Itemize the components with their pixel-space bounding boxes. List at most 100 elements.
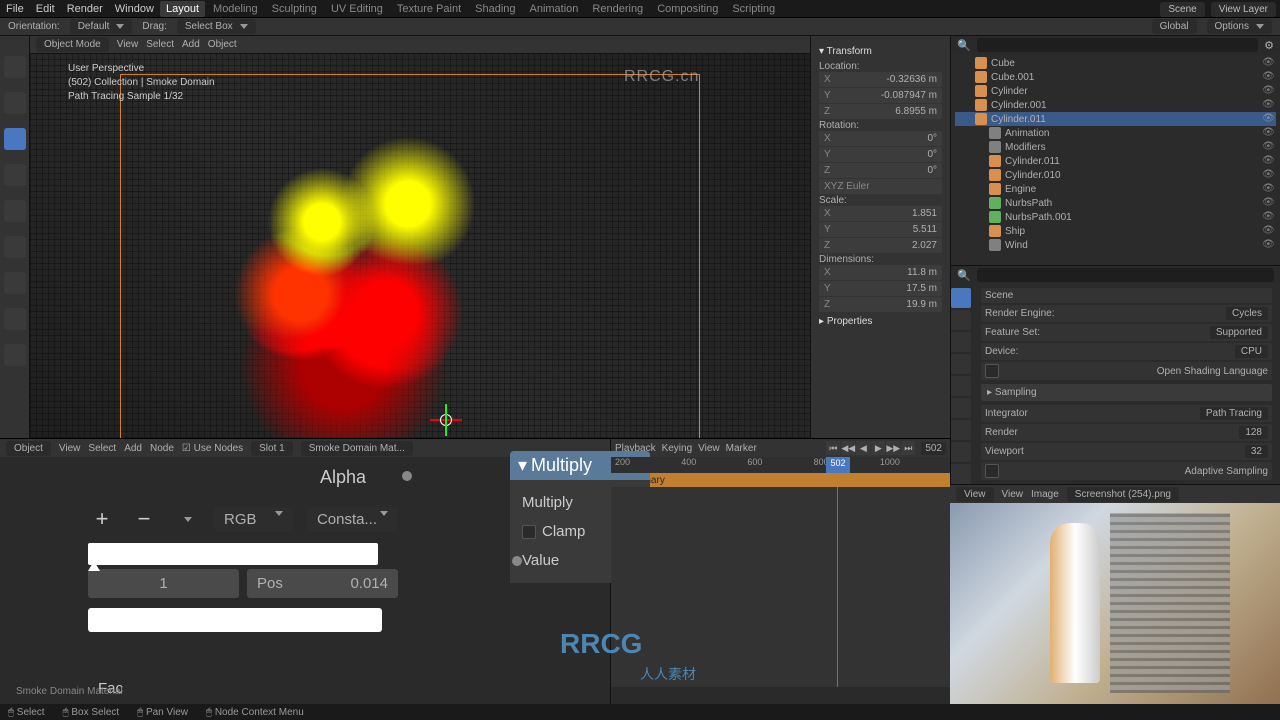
dim-x[interactable]: X11.8 m	[819, 265, 942, 280]
feature-set-row[interactable]: Feature Set:Supported	[981, 324, 1272, 341]
osl-row[interactable]: Open Shading Language	[981, 362, 1272, 380]
gradient-handle[interactable]	[88, 561, 100, 571]
orientation-dropdown[interactable]: Default	[70, 19, 133, 34]
img-mode-dropdown[interactable]: View	[956, 487, 994, 502]
rotate-tool[interactable]	[4, 164, 26, 186]
eye-icon[interactable]: 👁	[1262, 169, 1274, 181]
osl-checkbox[interactable]	[985, 364, 999, 378]
tl-menu-marker[interactable]: Marker	[726, 443, 757, 454]
filter-icon[interactable]: ⚙	[1264, 39, 1274, 52]
select-tool[interactable]	[4, 56, 26, 78]
menu-window[interactable]: Window	[115, 3, 154, 15]
property-search-input[interactable]	[977, 268, 1274, 282]
rotation-x[interactable]: X0°	[819, 131, 942, 146]
dim-y[interactable]: Y17.5 m	[819, 281, 942, 296]
eye-icon[interactable]: 👁	[1262, 183, 1274, 195]
dim-z[interactable]: Z19.9 m	[819, 297, 942, 312]
remove-stop-button[interactable]: −	[130, 505, 158, 533]
scale-y[interactable]: Y5.511	[819, 222, 942, 237]
properties-heading[interactable]: ▸ Properties	[819, 316, 942, 327]
tab-rendering[interactable]: Rendering	[586, 1, 649, 17]
jump-start-button[interactable]: ⏮	[826, 441, 840, 455]
menu-file[interactable]: File	[6, 3, 24, 15]
eye-icon[interactable]: 👁	[1262, 239, 1274, 251]
eye-icon[interactable]: 👁	[1262, 211, 1274, 223]
render-engine-row[interactable]: Render Engine:Cycles	[981, 305, 1272, 322]
tab-compositing[interactable]: Compositing	[651, 1, 724, 17]
alpha-socket[interactable]	[402, 471, 412, 481]
modifier-properties-tab[interactable]	[951, 420, 971, 440]
location-y[interactable]: Y-0.087947 m	[819, 88, 942, 103]
scale-x[interactable]: X1.851	[819, 206, 942, 221]
add-tool[interactable]	[4, 344, 26, 366]
sampling-panel[interactable]: ▸ Sampling	[981, 384, 1272, 401]
eye-icon[interactable]: 👁	[1262, 85, 1274, 97]
tl-menu-view[interactable]: View	[698, 443, 720, 454]
interpolation-dropdown[interactable]: Consta...	[307, 507, 398, 532]
stop-menu-button[interactable]	[172, 505, 200, 533]
move-tool[interactable]	[4, 128, 26, 150]
outliner-item[interactable]: Cylinder.010👁	[955, 168, 1276, 182]
outliner-item[interactable]: Cylinder👁	[955, 84, 1276, 98]
render-properties-tab[interactable]	[951, 288, 971, 308]
play-reverse-button[interactable]: ◀	[856, 441, 870, 455]
current-frame-field[interactable]: 502	[921, 442, 946, 455]
transform-tool[interactable]	[4, 236, 26, 258]
use-nodes-toggle[interactable]: ☑ Use Nodes	[182, 443, 243, 454]
rotation-y[interactable]: Y0°	[819, 147, 942, 162]
image-filename[interactable]: Screenshot (254).png	[1067, 487, 1179, 502]
eye-icon[interactable]: 👁	[1262, 197, 1274, 209]
drag-dropdown[interactable]: Select Box	[177, 19, 256, 34]
search-icon[interactable]: 🔍	[957, 39, 971, 52]
material-dropdown[interactable]: Smoke Domain Mat...	[301, 441, 413, 456]
scale-z[interactable]: Z2.027	[819, 238, 942, 253]
node-object-dropdown[interactable]: Object	[6, 441, 51, 456]
outliner-item[interactable]: Wind👁	[955, 238, 1276, 252]
annotate-tool[interactable]	[4, 272, 26, 294]
adaptive-checkbox[interactable]	[985, 464, 999, 478]
outliner-item[interactable]: NurbsPath👁	[955, 196, 1276, 210]
timeline-body[interactable]	[611, 487, 950, 687]
stop-index-field[interactable]: 1	[88, 569, 239, 598]
location-z[interactable]: Z6.8955 m	[819, 104, 942, 119]
menu-edit[interactable]: Edit	[36, 3, 55, 15]
cursor-tool[interactable]	[4, 92, 26, 114]
transform-space-dropdown[interactable]: Global	[1152, 19, 1197, 34]
ne-menu-node[interactable]: Node	[150, 443, 174, 454]
options-dropdown[interactable]: Options	[1207, 19, 1272, 34]
next-key-button[interactable]: ▶▶	[886, 441, 900, 455]
clamp-checkbox[interactable]	[522, 525, 536, 539]
tl-menu-keying[interactable]: Keying	[662, 443, 693, 454]
menu-render[interactable]: Render	[67, 3, 103, 15]
tab-scripting[interactable]: Scripting	[726, 1, 781, 17]
mode-dropdown[interactable]: Object Mode	[36, 37, 109, 52]
vp-menu-view[interactable]: View	[117, 39, 139, 50]
jump-end-button[interactable]: ⏭	[901, 441, 915, 455]
vp-menu-add[interactable]: Add	[182, 39, 200, 50]
timeline-ruler[interactable]: 200 400 502 600 800 1000	[611, 457, 950, 473]
tab-animation[interactable]: Animation	[524, 1, 585, 17]
summary-track[interactable]: ▾ Summary	[611, 473, 950, 487]
outliner-search-input[interactable]	[977, 38, 1258, 52]
object-properties-tab[interactable]	[951, 398, 971, 418]
play-button[interactable]: ▶	[871, 441, 885, 455]
scene-selector[interactable]: Scene	[1160, 2, 1204, 17]
measure-tool[interactable]	[4, 308, 26, 330]
outliner-item[interactable]: Cylinder.011👁	[955, 112, 1276, 126]
tab-uv[interactable]: UV Editing	[325, 1, 389, 17]
eye-icon[interactable]: 👁	[1262, 155, 1274, 167]
outliner-item[interactable]: Animation👁	[955, 126, 1276, 140]
world-properties-tab[interactable]	[951, 376, 971, 396]
slot-dropdown[interactable]: Slot 1	[251, 441, 293, 456]
view-layer-tab[interactable]	[951, 332, 971, 352]
playhead-frame[interactable]: 502	[826, 457, 850, 473]
device-row[interactable]: Device:CPU	[981, 343, 1272, 360]
outliner-item[interactable]: Cylinder.011👁	[955, 154, 1276, 168]
playhead-line[interactable]	[837, 487, 838, 687]
rotation-mode[interactable]: XYZ Euler	[819, 179, 942, 194]
input-socket[interactable]	[512, 556, 522, 566]
color-swatch[interactable]	[88, 608, 382, 632]
outliner-item[interactable]: Cube👁	[955, 56, 1276, 70]
eye-icon[interactable]: 👁	[1262, 99, 1274, 111]
prev-key-button[interactable]: ◀◀	[841, 441, 855, 455]
